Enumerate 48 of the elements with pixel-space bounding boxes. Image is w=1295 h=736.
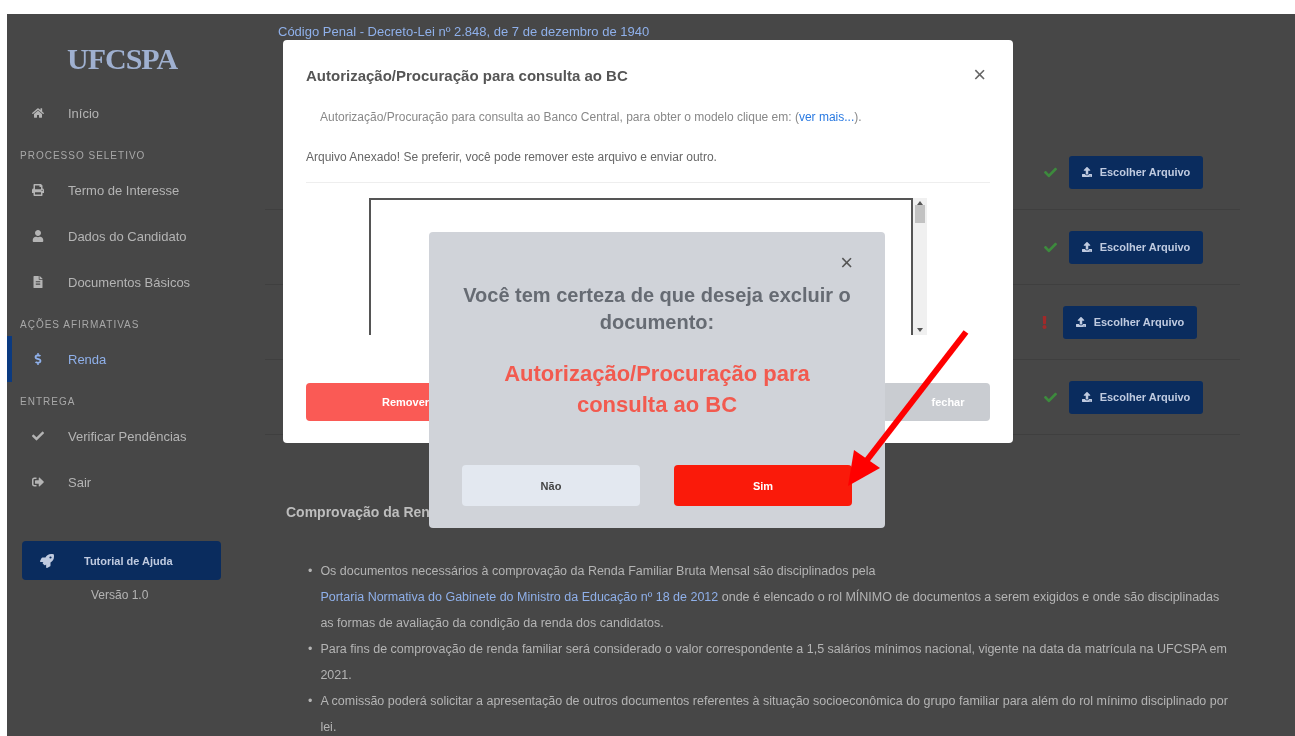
exit-icon [32,476,44,488]
nav-item[interactable]: Verificar Pendências [7,413,265,459]
nav-item[interactable]: Sair [7,459,265,505]
document-name: Autorização/Procuração para consulta ao BC [503,360,811,419]
choose-file-button[interactable]: Escolher Arquivo [1069,380,1203,414]
upload-icon [1081,167,1092,177]
logo: UFCSPA [67,42,179,76]
bullet-marker: • [308,563,313,580]
nav-section-label: PROCESSO SELETIVO [19,149,147,163]
choose-file-button[interactable]: Escolher Arquivo [1069,230,1203,264]
bullet-marker: • [308,693,313,710]
choose-file-button[interactable]: Escolher Arquivo [1063,305,1197,339]
nav-item[interactable]: Renda [7,336,265,382]
file-icon [32,276,44,288]
version-text: Versão 1.0 [91,588,150,602]
bullet-text: Para fins de comprovação de renda familiar será considerado o valor correspondente a 1,5 salários mínimos nacional, vigente na data da matrícula na UFCSPA em 2021. [320,641,1228,684]
bullet-text: A comissão poderá solicitar a apresentação de outros documentos referentes à situação socioeconômica do grupo familiar para além do rol mínimo disciplinado por lei. [320,693,1228,736]
nav-item[interactable]: Início [7,90,265,136]
nav-item[interactable]: Termo de Interesse [7,167,265,213]
portaria-link[interactable]: Portaria Normativa do Gabinete do Ministro da Educação nº 18 de 2012 [320,590,719,604]
yes-button[interactable]: Sim [674,465,852,506]
dialog-description: Autorização/Procuração para consulta ao Banco Central, para obter o modelo clique em: (ver mais...). [319,110,863,124]
user-icon [32,230,44,242]
bullet-marker: • [308,641,313,658]
home-icon [32,107,44,119]
help-button[interactable]: Tutorial de Ajuda [22,541,221,580]
upload-icon [1081,392,1092,402]
see-more-link[interactable]: ver mais... [798,110,855,124]
nav-section-label: ENTREGA [19,395,77,409]
upload-icon [1081,242,1092,252]
no-button[interactable]: Não [462,465,640,506]
nav-item[interactable]: Dados do Candidato [7,213,265,259]
check-icon [32,430,44,442]
close-button[interactable]: × [836,250,857,276]
choose-file-button[interactable]: Escolher Arquivo [1069,155,1203,189]
print-icon [32,184,44,196]
close-button[interactable]: × [969,62,990,88]
bullet-text: Os documentos necessários à comprovação da Renda Familiar Bruta Mensal são disciplinados pela Portaria Normativa do Gabinete do Ministro da Educação nº 18 de 2012 onde é elencado o rol MÍNIMO de documentos a serem exigidos e onde são disciplinadas as formas de avaliação da condição da renda dos candidatos. [320,563,1221,632]
rocket-icon [40,553,54,568]
confirm-question: Você tem certeza de que deseja excluir o documento: [462,283,852,335]
upload-icon [1075,317,1086,327]
attachment-notice: Arquivo Anexado! Se preferir, você pode remover este arquivo e enviar outro. [306,150,990,183]
dialog-title: Autorização/Procuração para consulta ao BC [306,66,628,84]
law-link[interactable]: Código Penal - Decreto-Lei nº 2.848, de 7 de dezembro de 1940 [278,24,1295,39]
dollar-icon [32,353,44,365]
nav-item[interactable]: Documentos Básicos [7,259,265,305]
section-title: Comprovação da Ren [286,504,431,520]
nav-section-label: AÇÕES AFIRMATIVAS [19,317,141,332]
